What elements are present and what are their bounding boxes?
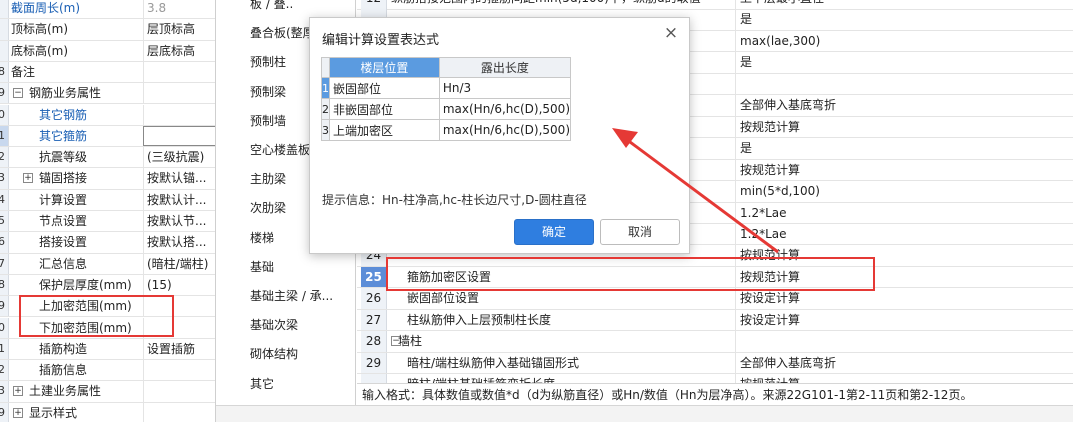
annotation-arrow — [612, 128, 779, 254]
arrow-shaft — [625, 137, 779, 254]
